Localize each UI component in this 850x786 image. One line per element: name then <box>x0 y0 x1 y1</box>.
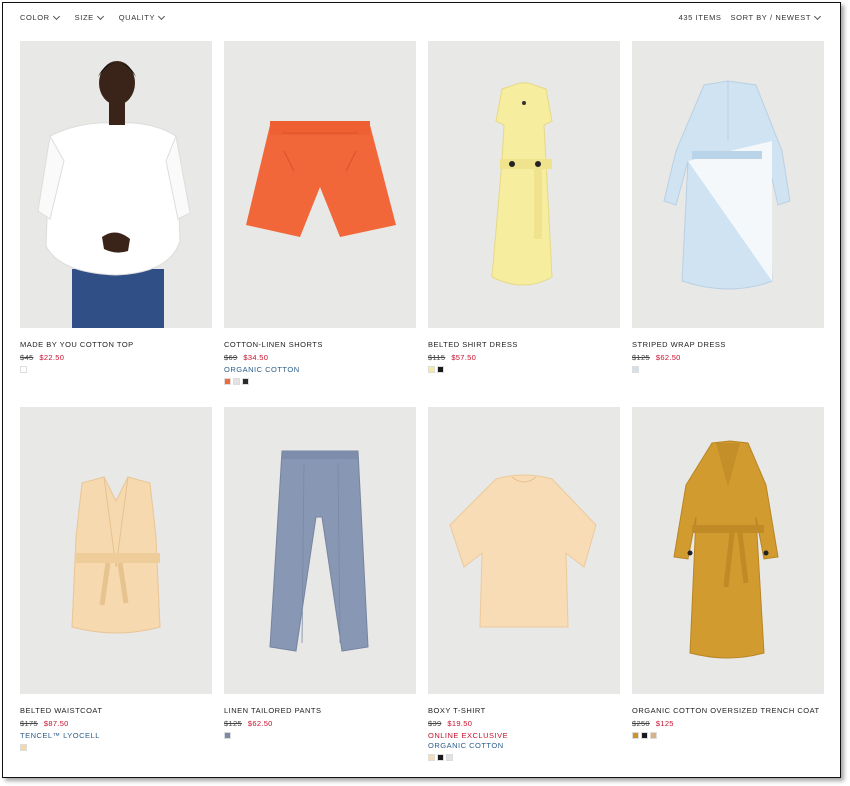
product-card[interactable]: LINEN TAILORED PANTS $125 $62.50 <box>224 407 416 739</box>
price: $175 $87.50 <box>20 719 212 728</box>
color-swatch[interactable] <box>650 732 657 739</box>
color-swatches <box>632 366 824 373</box>
chevron-down-icon <box>813 12 822 20</box>
product-name[interactable]: BELTED WAISTCOAT <box>20 706 212 715</box>
price: $125 $62.50 <box>632 353 824 362</box>
original-price: $39 <box>428 719 442 728</box>
original-price: $69 <box>224 353 238 362</box>
original-price: $45 <box>20 353 34 362</box>
original-price: $125 <box>224 719 242 728</box>
color-swatch[interactable] <box>446 754 453 761</box>
product-image[interactable] <box>224 407 416 694</box>
original-price: $175 <box>20 719 38 728</box>
quality-filter[interactable]: QUALITY <box>118 12 166 22</box>
product-tag: ORGANIC COTTON <box>224 365 300 374</box>
sale-price: $62.50 <box>247 719 273 728</box>
chevron-down-icon <box>158 12 166 20</box>
color-swatches <box>20 366 212 373</box>
chevron-down-icon <box>52 12 60 20</box>
color-swatch[interactable] <box>632 732 639 739</box>
sort-area: 435 ITEMS SORT BY / NEWEST <box>678 12 822 22</box>
filter-group: COLOR SIZE QUALITY <box>20 12 166 22</box>
product-image[interactable] <box>20 407 212 694</box>
color-swatches <box>632 732 824 739</box>
product-name[interactable]: BELTED SHIRT DRESS <box>428 340 620 349</box>
items-count: 435 ITEMS <box>678 13 722 22</box>
product-card[interactable]: MADE BY YOU COTTON TOP $45 $22.50 <box>20 41 212 373</box>
product-tag: TENCEL™ LYOCELL <box>20 731 100 740</box>
product-tag: ONLINE EXCLUSIVE <box>428 731 509 740</box>
sale-price: $22.50 <box>39 353 65 362</box>
product-name[interactable]: LINEN TAILORED PANTS <box>224 706 416 715</box>
product-image[interactable] <box>428 407 620 694</box>
product-image[interactable] <box>632 41 824 328</box>
product-name[interactable]: ORGANIC COTTON OVERSIZED TRENCH COAT <box>632 706 824 715</box>
color-filter[interactable]: COLOR <box>20 12 60 22</box>
color-swatch[interactable] <box>242 378 249 385</box>
product-name[interactable]: MADE BY YOU COTTON TOP <box>20 340 212 349</box>
product-card[interactable]: ORGANIC COTTON OVERSIZED TRENCH COAT $25… <box>632 407 824 739</box>
color-swatch[interactable] <box>224 732 231 739</box>
product-image[interactable] <box>20 41 212 328</box>
color-swatch[interactable] <box>641 732 648 739</box>
product-tag: ORGANIC COTTON <box>428 741 504 750</box>
price: $125 $62.50 <box>224 719 416 728</box>
sale-price: $87.50 <box>43 719 69 728</box>
color-swatch[interactable] <box>437 366 444 373</box>
original-price: $115 <box>428 353 446 362</box>
color-swatch[interactable] <box>233 378 240 385</box>
sale-price: $62.50 <box>655 353 681 362</box>
product-card[interactable]: COTTON-LINEN SHORTS $69 $34.50 ORGANIC CO… <box>224 41 416 385</box>
product-image[interactable] <box>632 407 824 694</box>
color-swatch[interactable] <box>20 366 27 373</box>
original-price: $250 <box>632 719 650 728</box>
sale-price: $125 <box>655 719 674 728</box>
color-swatches <box>20 744 212 751</box>
product-image[interactable] <box>224 41 416 328</box>
color-swatch[interactable] <box>437 754 444 761</box>
product-name[interactable]: BOXY T-SHIRT <box>428 706 620 715</box>
sort-dropdown[interactable]: SORT BY / NEWEST <box>730 12 822 22</box>
sort-label: SORT BY / NEWEST <box>730 13 811 22</box>
color-swatch[interactable] <box>224 378 231 385</box>
sale-price: $34.50 <box>243 353 269 362</box>
color-swatches <box>224 732 416 739</box>
price: $115 $57.50 <box>428 353 620 362</box>
filter-bar: COLOR SIZE QUALITY 435 ITEMS SORT BY / N… <box>20 12 822 29</box>
color-filter-label: COLOR <box>20 13 50 22</box>
product-name[interactable]: STRIPED WRAP DRESS <box>632 340 824 349</box>
color-swatches <box>428 366 620 373</box>
product-card[interactable]: BOXY T-SHIRT $39 $19.50 ONLINE EXCLUSIVE … <box>428 407 620 761</box>
color-swatch[interactable] <box>632 366 639 373</box>
quality-filter-label: QUALITY <box>118 13 156 22</box>
product-card[interactable]: STRIPED WRAP DRESS $125 $62.50 <box>632 41 824 373</box>
color-swatch[interactable] <box>428 366 435 373</box>
product-listing-page: COLOR SIZE QUALITY 435 ITEMS SORT BY / N… <box>2 2 841 778</box>
color-swatches <box>224 378 416 385</box>
size-filter[interactable]: SIZE <box>74 12 104 22</box>
original-price: $125 <box>632 353 650 362</box>
product-image[interactable] <box>428 41 620 328</box>
price: $69 $34.50 <box>224 353 416 362</box>
color-swatch[interactable] <box>428 754 435 761</box>
product-card[interactable]: BELTED WAISTCOAT $175 $87.50 TENCEL™ LYOC… <box>20 407 212 751</box>
price: $39 $19.50 <box>428 719 620 728</box>
size-filter-label: SIZE <box>74 13 94 22</box>
product-name[interactable]: COTTON-LINEN SHORTS <box>224 340 416 349</box>
chevron-down-icon <box>96 12 104 20</box>
price: $45 $22.50 <box>20 353 212 362</box>
sale-price: $19.50 <box>447 719 473 728</box>
sale-price: $57.50 <box>451 353 477 362</box>
color-swatches <box>428 754 620 761</box>
color-swatch[interactable] <box>20 744 27 751</box>
price: $250 $125 <box>632 719 824 728</box>
product-card[interactable]: BELTED SHIRT DRESS $115 $57.50 <box>428 41 620 373</box>
